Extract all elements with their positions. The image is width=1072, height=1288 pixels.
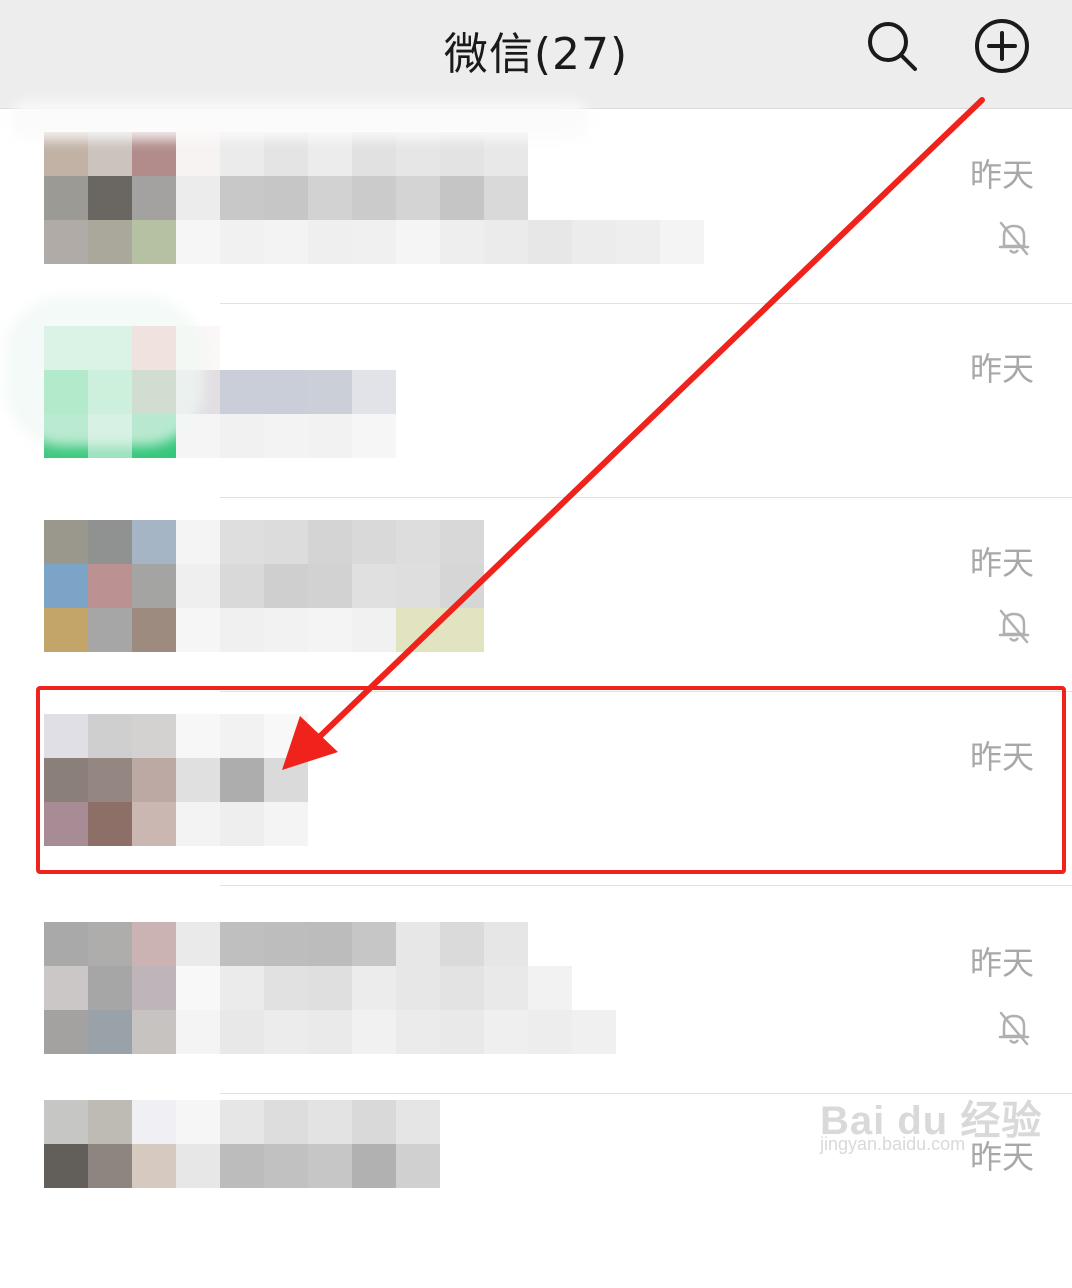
chat-row[interactable]: 昨天 bbox=[0, 498, 1072, 692]
bell-muted-icon bbox=[994, 218, 1034, 258]
bell-muted-icon bbox=[994, 606, 1034, 646]
chat-row[interactable]: 昨天 bbox=[0, 886, 1072, 1094]
avatar bbox=[44, 1100, 176, 1232]
chat-name-blurred bbox=[176, 326, 704, 458]
chat-time: 昨天 bbox=[969, 156, 1034, 194]
chat-name-blurred bbox=[176, 132, 704, 264]
watermark-url: jingyan.baidu.com bbox=[820, 1134, 966, 1154]
highlight-box bbox=[36, 686, 1066, 874]
chat-name-blurred bbox=[176, 1100, 704, 1232]
bell-muted-icon bbox=[994, 1008, 1034, 1048]
watermark: Bai du 经验 jingyan.baidu.com bbox=[820, 1070, 1060, 1170]
avatar bbox=[44, 520, 176, 652]
avatar bbox=[44, 922, 176, 1054]
chat-name-blurred bbox=[176, 520, 704, 652]
chat-name-blurred bbox=[176, 922, 704, 1054]
top-bar: 微信(27) bbox=[0, 0, 1072, 109]
search-icon[interactable] bbox=[862, 16, 922, 76]
chat-time: 昨天 bbox=[969, 544, 1034, 582]
plus-circle-icon[interactable] bbox=[972, 16, 1032, 76]
avatar bbox=[44, 132, 176, 264]
chat-time: 昨天 bbox=[969, 350, 1034, 388]
chat-time: 昨天 bbox=[969, 944, 1034, 982]
